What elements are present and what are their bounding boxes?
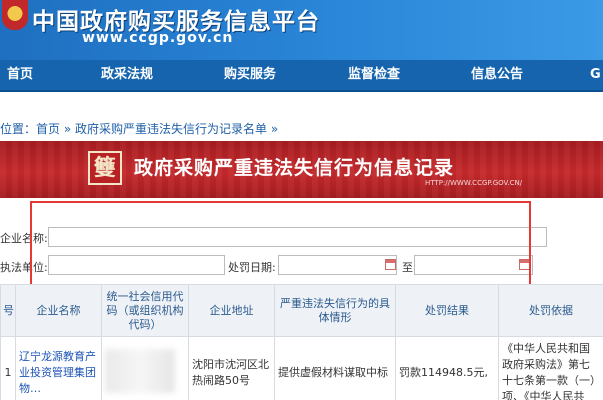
- cell-company-link[interactable]: 辽宁龙源教育产业投资管理集团物…: [15, 336, 102, 400]
- date-to-label: 至: [402, 261, 413, 274]
- date-to-input[interactable]: [414, 255, 533, 275]
- cell-index: 1: [0, 336, 16, 400]
- col-header-company: 企业名称: [15, 284, 102, 337]
- col-header-situation: 严重违法失信行为的具体情形: [274, 284, 396, 337]
- table-row[interactable]: 1 辽宁龙源教育产业投资管理集团物… 沈阳市沈河区北热闹路50号 提供虚假材料谋…: [0, 336, 603, 400]
- site-header: 中国政府购买服务信息平台 www.ccgp.gov.cn: [0, 0, 603, 60]
- cell-address: 沈阳市沈河区北热闹路50号: [188, 336, 275, 400]
- col-header-basis: 处罚依据: [498, 284, 603, 337]
- banner-title: 政府采购严重违法失信行为信息记录: [134, 157, 455, 179]
- nav-item-announcements[interactable]: 信息公告: [471, 60, 523, 90]
- redacted-credit-code: [105, 348, 175, 393]
- cell-result: 罚款114948.5元,: [395, 336, 499, 400]
- col-header-credit-code: 统一社会信用代码（或组织机构代码）: [101, 284, 189, 337]
- main-nav: 首页 政采法规 购买服务 监督检查 信息公告 G: [0, 60, 603, 92]
- site-url: www.ccgp.gov.cn: [82, 30, 234, 46]
- breadcrumb-home-link[interactable]: 首页: [36, 122, 60, 136]
- col-header-result: 处罚结果: [395, 284, 499, 337]
- cell-credit-code: [101, 336, 189, 400]
- breadcrumb-tail: »: [267, 122, 279, 136]
- date-from-input[interactable]: [278, 255, 397, 275]
- penalty-date-label: 处罚日期:: [228, 261, 276, 274]
- page-banner: 䉶 政府采购严重违法失信行为信息记录 HTTP://WWW.CCGP.GOV.C…: [0, 141, 603, 198]
- nav-item-purchase-services[interactable]: 购买服务: [224, 60, 276, 90]
- nav-item-home[interactable]: 首页: [7, 60, 33, 90]
- breadcrumb-current-link[interactable]: 政府采购严重违法失信行为记录名单: [75, 122, 267, 136]
- enforcement-unit-input[interactable]: [48, 255, 225, 275]
- company-name-label: 企业名称:: [0, 232, 48, 245]
- calendar-icon[interactable]: [519, 259, 530, 270]
- national-emblem-icon: [2, 0, 28, 30]
- company-name-input[interactable]: [48, 227, 547, 247]
- breadcrumb-separator: »: [60, 122, 76, 136]
- cell-situation: 提供虚假材料谋取中标: [274, 336, 396, 400]
- table-header-row: 号 企业名称 统一社会信用代码（或组织机构代码） 企业地址 严重违法失信行为的具…: [0, 284, 603, 337]
- nav-item-supervision[interactable]: 监督检查: [348, 60, 400, 90]
- breadcrumb: 位置：首页 » 政府采购严重违法失信行为记录名单 »: [0, 120, 278, 137]
- col-header-index: 号: [0, 284, 16, 337]
- col-header-address: 企业地址: [188, 284, 275, 337]
- breadcrumb-prefix: 位置：: [0, 122, 37, 136]
- enforcement-unit-label: 执法单位:: [0, 261, 48, 274]
- violation-records-table: 号 企业名称 统一社会信用代码（或组织机构代码） 企业地址 严重违法失信行为的具…: [0, 284, 603, 400]
- nav-item-more[interactable]: G: [590, 60, 601, 90]
- seal-logo-icon: 䉶: [88, 151, 122, 185]
- banner-url: HTTP://WWW.CCGP.GOV.CN/: [425, 179, 523, 187]
- calendar-icon[interactable]: [385, 259, 396, 270]
- cell-basis: 《中华人民共和国政府采购法》第七十七条第一款（一）项、《中华人民共: [498, 336, 603, 400]
- nav-item-regulations[interactable]: 政采法规: [101, 60, 153, 90]
